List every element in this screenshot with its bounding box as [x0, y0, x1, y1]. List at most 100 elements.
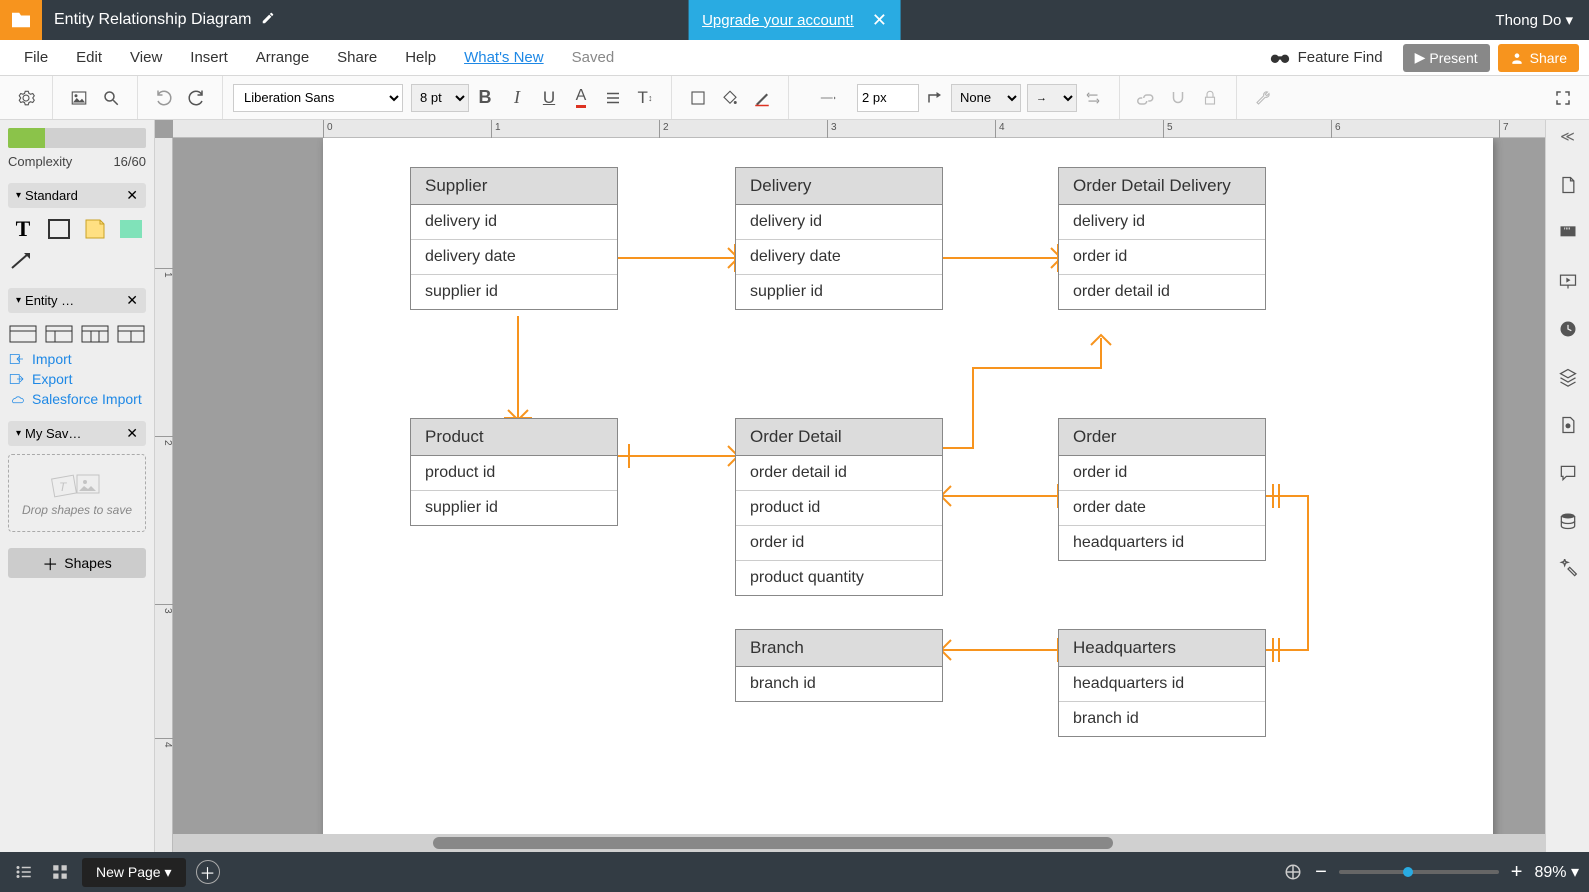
redo-icon[interactable] — [182, 84, 210, 112]
underline-icon[interactable]: U — [535, 84, 563, 112]
wrench-icon[interactable] — [1249, 84, 1277, 112]
app-logo[interactable] — [0, 0, 42, 40]
data-icon[interactable] — [1554, 507, 1582, 535]
line-width-input[interactable] — [857, 84, 919, 112]
undo-icon[interactable] — [150, 84, 178, 112]
upgrade-link[interactable]: Upgrade your account! — [702, 12, 854, 29]
fill-rect-shape[interactable] — [116, 216, 146, 242]
group-standard[interactable]: ▾Standard✕ — [8, 183, 146, 208]
salesforce-link[interactable]: Salesforce Import — [8, 391, 146, 407]
note-shape[interactable] — [80, 216, 110, 242]
group-saved[interactable]: ▾My Sav…✕ — [8, 421, 146, 446]
entity-title: Order Detail Delivery — [1059, 168, 1265, 205]
image-icon[interactable] — [65, 84, 93, 112]
entity-order-detail[interactable]: Order Detail order detail id product id … — [735, 418, 943, 596]
fullscreen-icon[interactable] — [1549, 84, 1577, 112]
menu-whatsnew[interactable]: What's New — [450, 49, 558, 66]
zoom-fit-icon[interactable] — [1279, 858, 1307, 886]
entity-product[interactable]: Product product id supplier id — [410, 418, 618, 526]
lock-icon[interactable] — [1196, 84, 1224, 112]
canvas[interactable]: Supplier delivery id delivery date suppl… — [173, 138, 1545, 834]
history-icon[interactable] — [1554, 315, 1582, 343]
font-size-select[interactable]: 8 pt — [411, 84, 469, 112]
er-shape-4[interactable] — [116, 321, 146, 347]
rect-shape[interactable] — [44, 216, 74, 242]
menu-view[interactable]: View — [116, 49, 176, 66]
menu-help[interactable]: Help — [391, 49, 450, 66]
grid-icon[interactable] — [46, 858, 74, 886]
present-icon[interactable] — [1554, 267, 1582, 295]
text-size-icon[interactable]: T↕ — [631, 84, 659, 112]
menu-insert[interactable]: Insert — [176, 49, 242, 66]
link-icon[interactable] — [1132, 84, 1160, 112]
text-shape[interactable]: T — [8, 216, 38, 242]
close-icon[interactable]: ✕ — [126, 187, 138, 204]
er-shape-1[interactable] — [8, 321, 38, 347]
zoom-value[interactable]: 89% ▾ — [1534, 862, 1579, 882]
arrow-shape[interactable] — [8, 248, 38, 274]
entity-attr: order date — [1059, 491, 1265, 526]
collapse-icon[interactable]: ≪ — [1560, 128, 1575, 145]
entity-attr: delivery id — [736, 205, 942, 240]
close-icon[interactable]: ✕ — [872, 10, 887, 31]
close-icon[interactable]: ✕ — [126, 292, 138, 309]
magnet-icon[interactable] — [1164, 84, 1192, 112]
entity-order-detail-delivery[interactable]: Order Detail Delivery delivery id order … — [1058, 167, 1266, 310]
shapes-button[interactable]: ＋Shapes — [8, 548, 146, 578]
master-icon[interactable] — [1554, 411, 1582, 439]
entity-branch[interactable]: Branch branch id — [735, 629, 943, 702]
text-color-icon[interactable]: A — [567, 84, 595, 112]
italic-icon[interactable]: I — [503, 84, 531, 112]
menu-arrange[interactable]: Arrange — [242, 49, 323, 66]
outline-icon[interactable] — [10, 858, 38, 886]
border-color-icon[interactable] — [748, 84, 776, 112]
ruler-horizontal: 0 1 2 3 4 5 6 7 — [173, 120, 1545, 138]
gear-icon[interactable] — [12, 84, 40, 112]
add-page-button[interactable]: ＋ — [196, 860, 220, 884]
entity-order[interactable]: Order order id order date headquarters i… — [1058, 418, 1266, 561]
share-button[interactable]: Share — [1498, 44, 1579, 72]
line-end-right[interactable]: → — [1027, 84, 1077, 112]
zoom-out-icon[interactable]: − — [1315, 861, 1327, 884]
close-icon[interactable]: ✕ — [126, 425, 138, 442]
shape-fill-icon[interactable] — [684, 84, 712, 112]
group-entity[interactable]: ▾Entity …✕ — [8, 288, 146, 313]
line-style-icon[interactable] — [801, 84, 855, 112]
page[interactable]: Supplier delivery id delivery date suppl… — [323, 138, 1493, 834]
entity-headquarters[interactable]: Headquarters headquarters id branch id — [1058, 629, 1266, 737]
entity-delivery[interactable]: Delivery delivery id delivery date suppl… — [735, 167, 943, 310]
line-path-icon[interactable] — [921, 84, 949, 112]
er-shape-3[interactable] — [80, 321, 110, 347]
entity-supplier[interactable]: Supplier delivery id delivery date suppl… — [410, 167, 618, 310]
entity-attr: supplier id — [411, 491, 617, 525]
font-select[interactable]: Liberation Sans — [233, 84, 403, 112]
drop-shapes-area[interactable]: T Drop shapes to save — [8, 454, 146, 532]
line-end-left[interactable]: None — [951, 84, 1021, 112]
zoom-slider[interactable] — [1339, 870, 1499, 874]
swap-ends-icon[interactable] — [1079, 84, 1107, 112]
chat-icon[interactable] — [1554, 459, 1582, 487]
rename-icon[interactable] — [261, 11, 275, 30]
import-link[interactable]: Import — [8, 351, 146, 367]
export-link[interactable]: Export — [8, 371, 146, 387]
present-button[interactable]: ▶ Present — [1403, 44, 1490, 72]
page-tab[interactable]: New Page ▾ — [82, 858, 186, 887]
ruler-vertical: 1 2 3 4 — [155, 138, 173, 852]
wand-icon[interactable] — [1554, 555, 1582, 583]
user-menu[interactable]: Thong Do ▾ — [1495, 11, 1573, 29]
page-icon[interactable] — [1554, 171, 1582, 199]
document-title[interactable]: Entity Relationship Diagram — [54, 11, 251, 29]
layers-icon[interactable] — [1554, 363, 1582, 391]
menu-edit[interactable]: Edit — [62, 49, 116, 66]
search-icon[interactable] — [97, 84, 125, 112]
menu-share[interactable]: Share — [323, 49, 391, 66]
er-shape-2[interactable] — [44, 321, 74, 347]
bold-icon[interactable]: B — [471, 84, 499, 112]
fill-bucket-icon[interactable] — [716, 84, 744, 112]
zoom-in-icon[interactable]: + — [1511, 861, 1523, 884]
menu-file[interactable]: File — [10, 49, 62, 66]
feature-find[interactable]: Feature Find — [1270, 49, 1383, 66]
align-icon[interactable] — [599, 84, 627, 112]
canvas-scrollbar[interactable] — [173, 834, 1545, 852]
comment-icon[interactable]: "" — [1554, 219, 1582, 247]
